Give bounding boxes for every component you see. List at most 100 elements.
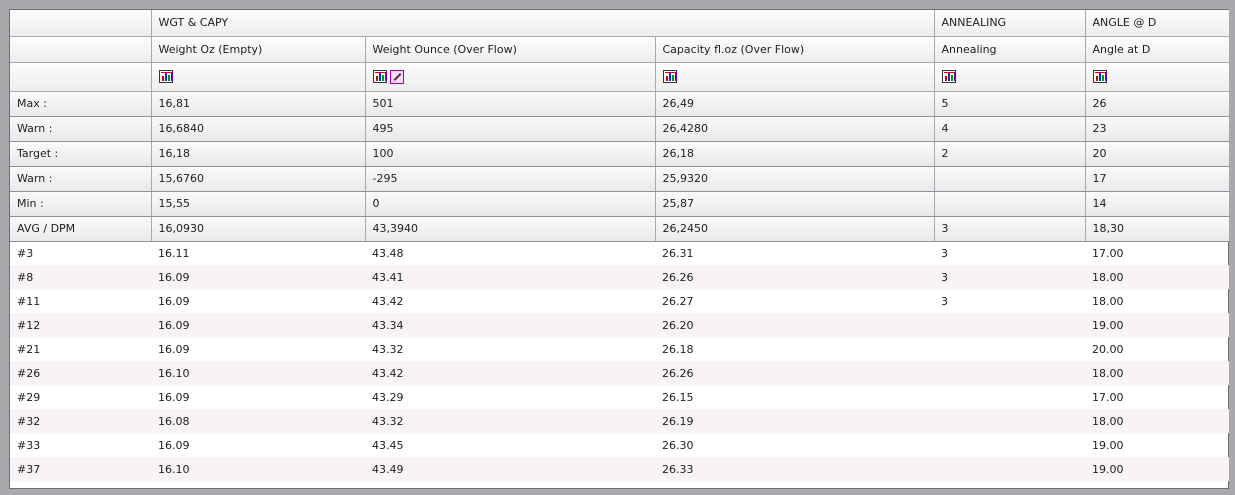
- cell-value: 20.00: [1092, 342, 1124, 356]
- stat-value: 26,18: [655, 141, 935, 167]
- table-row[interactable]: #26 16.10 43.42 26.26 18.00: [10, 361, 1229, 385]
- icon-row: [10, 62, 1230, 92]
- cell-value: 18.00: [1092, 270, 1124, 284]
- stat-value: 20: [1085, 141, 1230, 167]
- bar-chart-icon[interactable]: [662, 70, 677, 84]
- icon-cell: [655, 62, 935, 92]
- column-header[interactable]: Annealing: [934, 36, 1086, 63]
- cell-value: 43.42: [372, 366, 404, 380]
- cell-value: 26.20: [662, 318, 694, 332]
- cell-value: 3: [941, 246, 948, 260]
- row-id: #29: [17, 390, 41, 404]
- group-header-row: WGT & CAPY ANNEALING ANGLE @ D: [10, 10, 1230, 37]
- row-id: #21: [17, 342, 41, 356]
- stat-label: Target :: [10, 141, 152, 167]
- cell-value: 26.33: [662, 462, 694, 476]
- cell-value: [934, 433, 1085, 457]
- cell-value: 3: [941, 270, 948, 284]
- cell-value: 43.34: [372, 318, 404, 332]
- bar-chart-icon[interactable]: [941, 70, 956, 84]
- icon-cell: [365, 62, 656, 92]
- stat-value: 2: [934, 141, 1086, 167]
- table-row[interactable]: #12 16.09 43.34 26.20 19.00: [10, 313, 1229, 337]
- corner-cell: [10, 62, 152, 92]
- stat-value: 25,87: [655, 191, 935, 217]
- icon-cell: [151, 62, 366, 92]
- table-row[interactable]: #8 16.09 43.41 26.26 3 18.00: [10, 265, 1229, 289]
- bar-chart-icon[interactable]: [158, 70, 173, 84]
- stat-value: 25,9320: [655, 166, 935, 192]
- column-header[interactable]: Weight Oz (Empty): [151, 36, 366, 63]
- bar-chart-icon[interactable]: [1092, 70, 1107, 84]
- cell-value: 17.00: [1092, 390, 1124, 404]
- row-id: #33: [17, 438, 41, 452]
- table-row[interactable]: #29 16.09 43.29 26.15 17.00: [10, 385, 1229, 409]
- stat-value: 495: [365, 116, 656, 142]
- cell-value: [934, 385, 1085, 409]
- stat-value: 3: [934, 216, 1086, 242]
- stat-value: 15,55: [151, 191, 366, 217]
- column-header[interactable]: Capacity fl.oz (Over Flow): [655, 36, 935, 63]
- cell-value: 26.15: [662, 390, 694, 404]
- stat-value: 0: [365, 191, 656, 217]
- stat-value: 26,49: [655, 91, 935, 117]
- stat-label: Min :: [10, 191, 152, 217]
- row-id: #12: [17, 318, 41, 332]
- corner-cell: [10, 10, 152, 37]
- cell-value: [934, 409, 1085, 433]
- stat-value: [934, 191, 1086, 217]
- stat-value: 26,4280: [655, 116, 935, 142]
- cell-value: 16.09: [158, 270, 190, 284]
- cell-value: 19.00: [1092, 462, 1124, 476]
- cell-value: 43.29: [372, 390, 404, 404]
- row-id: #26: [17, 366, 41, 380]
- table-row[interactable]: #11 16.09 43.42 26.27 3 18.00: [10, 289, 1229, 313]
- stat-value: 16,0930: [151, 216, 366, 242]
- cell-value: 26.30: [662, 438, 694, 452]
- cell-value: 18.00: [1092, 366, 1124, 380]
- group-header-wgt[interactable]: WGT & CAPY: [151, 10, 935, 37]
- row-id: #3: [17, 246, 34, 260]
- stat-row-warn-low: Warn : 15,6760 -295 25,9320 17: [10, 166, 1230, 192]
- stat-value: 17: [1085, 166, 1230, 192]
- cell-value: 18.00: [1092, 294, 1124, 308]
- cell-value: 43.32: [372, 342, 404, 356]
- corner-cell: [10, 36, 152, 63]
- stat-value: [934, 166, 1086, 192]
- cell-value: 3: [941, 294, 948, 308]
- column-header[interactable]: Weight Ounce (Over Flow): [365, 36, 656, 63]
- group-header-angle[interactable]: ANGLE @ D: [1085, 10, 1230, 37]
- cell-value: 26.31: [662, 246, 694, 260]
- cell-value: [934, 457, 1085, 481]
- column-header-row: Weight Oz (Empty) Weight Ounce (Over Flo…: [10, 36, 1230, 63]
- cell-value: 16.09: [158, 294, 190, 308]
- table-row[interactable]: #32 16.08 43.32 26.19 18.00: [10, 409, 1229, 433]
- edit-notes-icon[interactable]: [389, 69, 404, 84]
- cell-value: 16.10: [158, 462, 190, 476]
- bar-chart-icon[interactable]: [372, 70, 387, 83]
- stat-label: Max :: [10, 91, 152, 117]
- stat-row-target: Target : 16,18 100 26,18 2 20: [10, 141, 1230, 167]
- cell-value: 16.09: [158, 390, 190, 404]
- group-header-annealing[interactable]: ANNEALING: [934, 10, 1086, 37]
- cell-value: 16.10: [158, 366, 190, 380]
- stat-value: 16,6840: [151, 116, 366, 142]
- cell-value: 26.26: [662, 366, 694, 380]
- stat-row-max: Max : 16,81 501 26,49 5 26: [10, 91, 1230, 117]
- cell-value: [934, 313, 1085, 337]
- cell-value: 26.18: [662, 342, 694, 356]
- table-row[interactable]: #21 16.09 43.32 26.18 20.00: [10, 337, 1229, 361]
- stat-value: 18,30: [1085, 216, 1230, 242]
- stat-value: 43,3940: [365, 216, 656, 242]
- icon-cell: [934, 62, 1086, 92]
- stat-value: -295: [365, 166, 656, 192]
- table-row[interactable]: #3 16.11 43.48 26.31 3 17.00: [10, 241, 1229, 265]
- stat-row-warn-high: Warn : 16,6840 495 26,4280 4 23: [10, 116, 1230, 142]
- cell-value: 26.27: [662, 294, 694, 308]
- cell-value: 16.09: [158, 318, 190, 332]
- table-row[interactable]: #37 16.10 43.49 26.33 19.00: [10, 457, 1229, 481]
- table-row[interactable]: #33 16.09 43.45 26.30 19.00: [10, 433, 1229, 457]
- column-header[interactable]: Angle at D: [1085, 36, 1230, 63]
- cell-value: [934, 361, 1085, 385]
- stat-value: 501: [365, 91, 656, 117]
